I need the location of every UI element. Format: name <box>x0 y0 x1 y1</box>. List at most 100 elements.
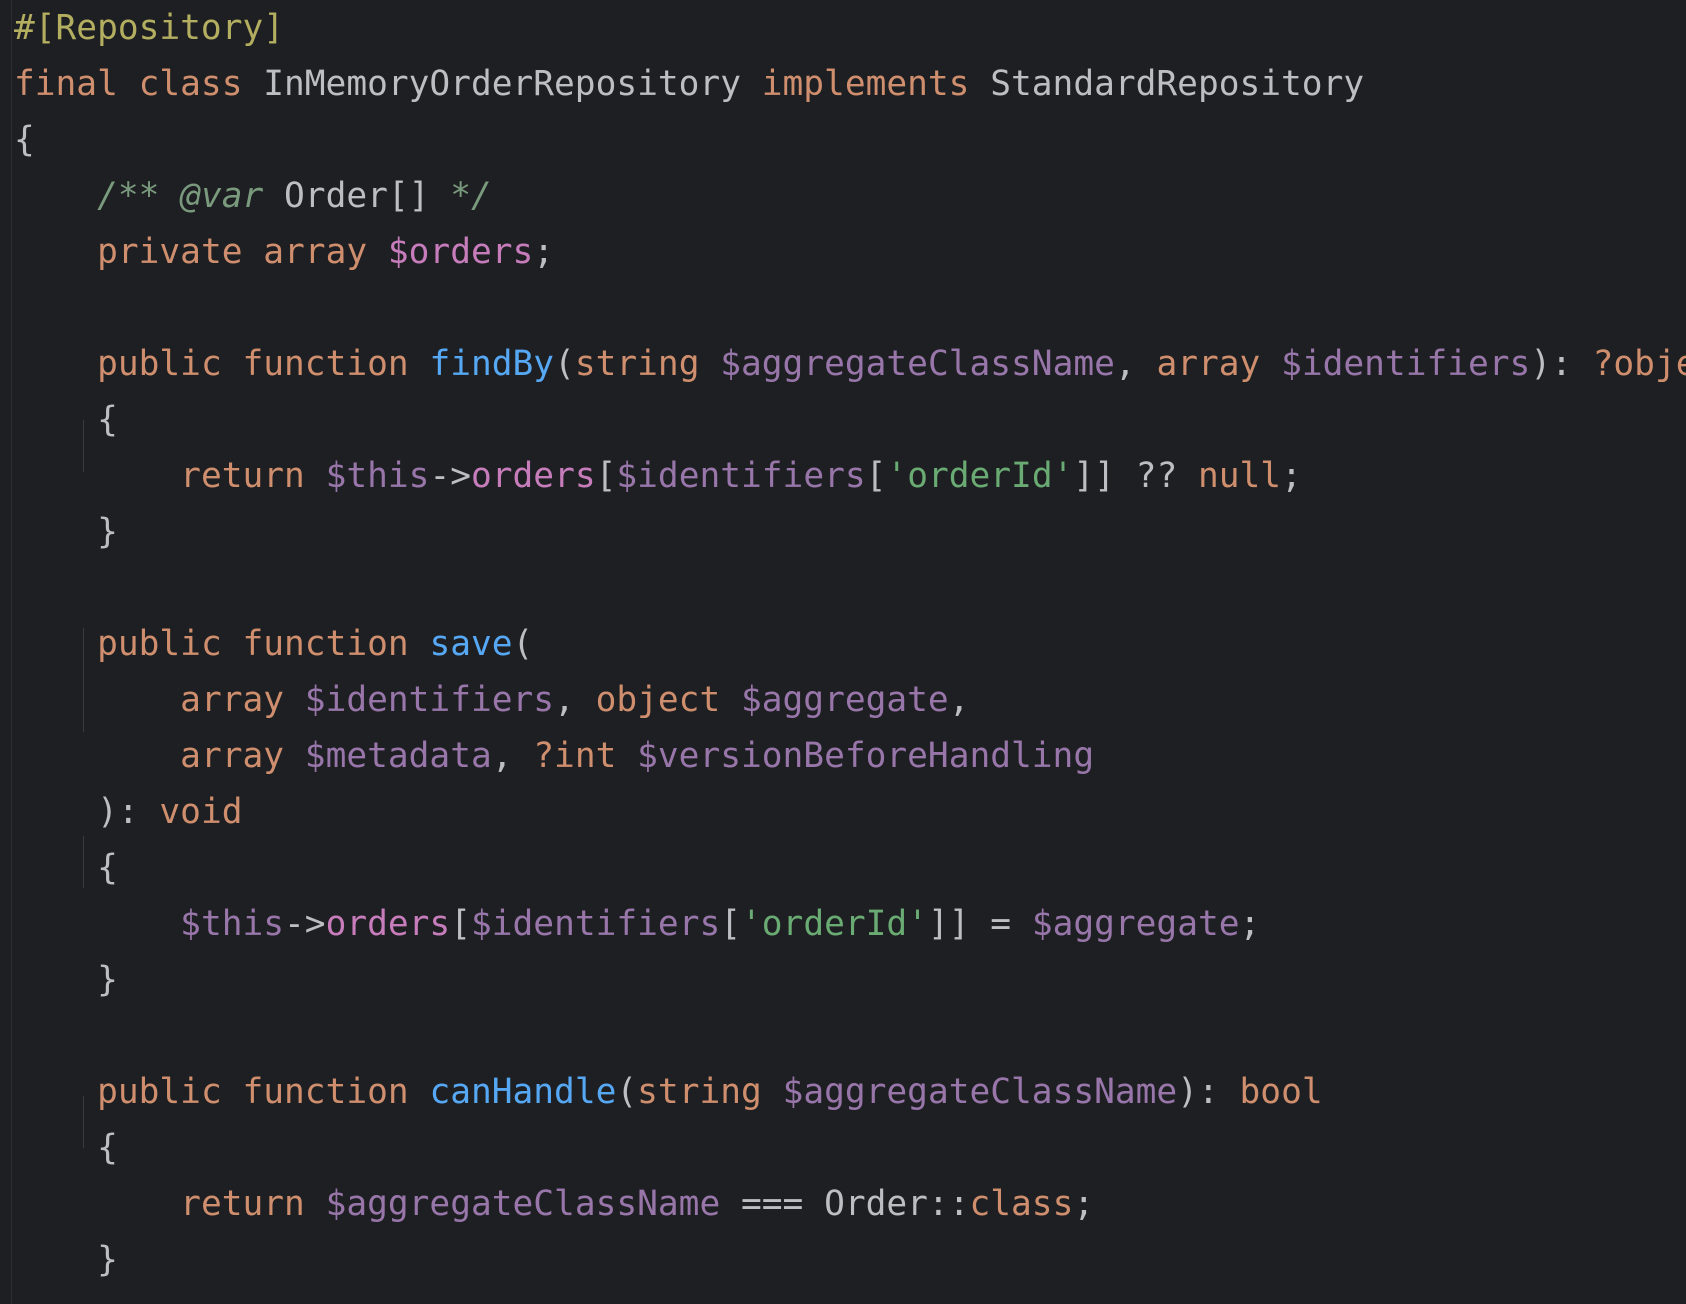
code-token: bool <box>1239 1072 1323 1112</box>
code-token: array <box>180 736 305 776</box>
code-token: InMemoryOrderRepository <box>263 64 762 104</box>
code-line[interactable]: array $metadata, ?int $versionBeforeHand… <box>14 728 1686 784</box>
code-token: object <box>595 680 741 720</box>
code-token: $versionBeforeHandling <box>637 736 1095 776</box>
code-token: $identifiers <box>1281 344 1531 384</box>
code-token: } <box>14 960 118 1000</box>
code-token: $this <box>325 456 430 496</box>
code-line[interactable]: { <box>14 112 1686 168</box>
code-token: canHandle <box>429 1072 617 1112</box>
code-editor[interactable]: #[Repository] final class InMemoryOrderRe… <box>0 0 1686 1304</box>
code-token: $identifiers <box>616 456 866 496</box>
code-token: { <box>14 400 118 440</box>
code-line[interactable]: ): void <box>14 784 1686 840</box>
code-token: ( <box>554 344 575 384</box>
code-token: === Order:: <box>720 1184 970 1224</box>
code-token: ( <box>512 624 534 664</box>
code-token: public function <box>97 624 430 664</box>
code-token: null <box>1197 456 1282 496</box>
code-token: 'orderId' <box>886 456 1074 496</box>
code-token: $aggregateClassName <box>720 344 1115 384</box>
code-token: ): <box>1530 344 1593 384</box>
code-token: ]] = <box>927 904 1032 944</box>
code-line[interactable]: final class InMemoryOrderRepository impl… <box>14 56 1686 112</box>
code-token: array <box>180 680 305 720</box>
code-line[interactable]: private array $orders; <box>14 224 1686 280</box>
code-token: $aggregate <box>1031 904 1240 944</box>
code-token: $identifiers <box>304 680 555 720</box>
code-token: $aggregate <box>741 680 949 720</box>
code-token: class <box>969 1184 1074 1224</box>
code-token: return <box>180 1184 326 1224</box>
code-token: 'orderId' <box>741 904 928 944</box>
code-token: ( <box>616 1072 638 1112</box>
code-line[interactable]: } <box>14 1232 1686 1288</box>
code-token: findBy <box>429 344 555 384</box>
code-line[interactable] <box>14 280 1686 336</box>
code-line[interactable]: array $identifiers, object $aggregate, <box>14 672 1686 728</box>
code-line[interactable]: { <box>14 392 1686 448</box>
code-token: ?int <box>533 736 638 776</box>
code-text-area[interactable]: #[Repository] final class InMemoryOrderRe… <box>14 0 1686 1288</box>
code-line[interactable]: public function save( <box>14 616 1686 672</box>
code-line[interactable]: return $this->orders[$identifiers['order… <box>14 448 1686 504</box>
code-token: [ <box>865 456 887 496</box>
code-token: -> <box>429 456 471 496</box>
code-line[interactable]: } <box>14 504 1686 560</box>
code-token: , <box>491 736 534 776</box>
code-token: $aggregateClassName <box>782 1072 1178 1112</box>
code-token: , <box>1114 344 1157 384</box>
code-token: string <box>637 1072 783 1112</box>
code-line[interactable]: { <box>14 840 1686 896</box>
code-token: { <box>14 120 35 160</box>
code-token: $aggregateClassName <box>325 1184 721 1224</box>
code-token: } <box>14 1240 118 1280</box>
code-line[interactable]: public function findBy(string $aggregate… <box>14 336 1686 392</box>
code-token: ?object <box>1592 344 1686 384</box>
code-token: } <box>14 512 118 552</box>
code-token: [ <box>595 456 617 496</box>
code-token: , <box>948 680 970 720</box>
code-line[interactable]: $this->orders[$identifiers['orderId']] =… <box>14 896 1686 952</box>
code-token: #[Repository] <box>14 8 285 48</box>
code-token: -> <box>284 904 326 944</box>
code-line[interactable]: } <box>14 952 1686 1008</box>
code-token: Order[] <box>284 176 430 216</box>
code-line[interactable]: public function canHandle(string $aggreg… <box>14 1064 1686 1120</box>
code-line[interactable]: /** @var Order[] */ <box>14 168 1686 224</box>
code-token: [ <box>720 904 742 944</box>
code-line[interactable] <box>14 1008 1686 1064</box>
code-line[interactable]: { <box>14 1120 1686 1176</box>
code-token: public function <box>97 344 430 384</box>
code-token: ; <box>533 232 555 272</box>
code-token: [ <box>450 904 471 944</box>
code-token: $identifiers <box>470 904 721 944</box>
code-token: array <box>1156 344 1282 384</box>
code-token: ): <box>14 792 160 832</box>
code-token: save <box>429 624 513 664</box>
code-token: /** @var <box>97 176 285 216</box>
code-token: { <box>14 848 118 888</box>
editor-gutter-divider <box>11 0 12 1304</box>
code-line[interactable] <box>14 560 1686 616</box>
code-line[interactable]: #[Repository] <box>14 0 1686 56</box>
code-token: string <box>574 344 721 384</box>
code-token: ): <box>1177 1072 1240 1112</box>
code-token: */ <box>429 176 492 216</box>
code-token: implements <box>761 64 991 104</box>
code-token: ; <box>1239 904 1261 944</box>
code-token: orders <box>470 456 596 496</box>
code-line[interactable]: return $aggregateClassName === Order::cl… <box>14 1176 1686 1232</box>
code-token: StandardRepository <box>990 64 1365 104</box>
code-token: $this <box>180 904 285 944</box>
code-token: private array <box>97 232 388 272</box>
